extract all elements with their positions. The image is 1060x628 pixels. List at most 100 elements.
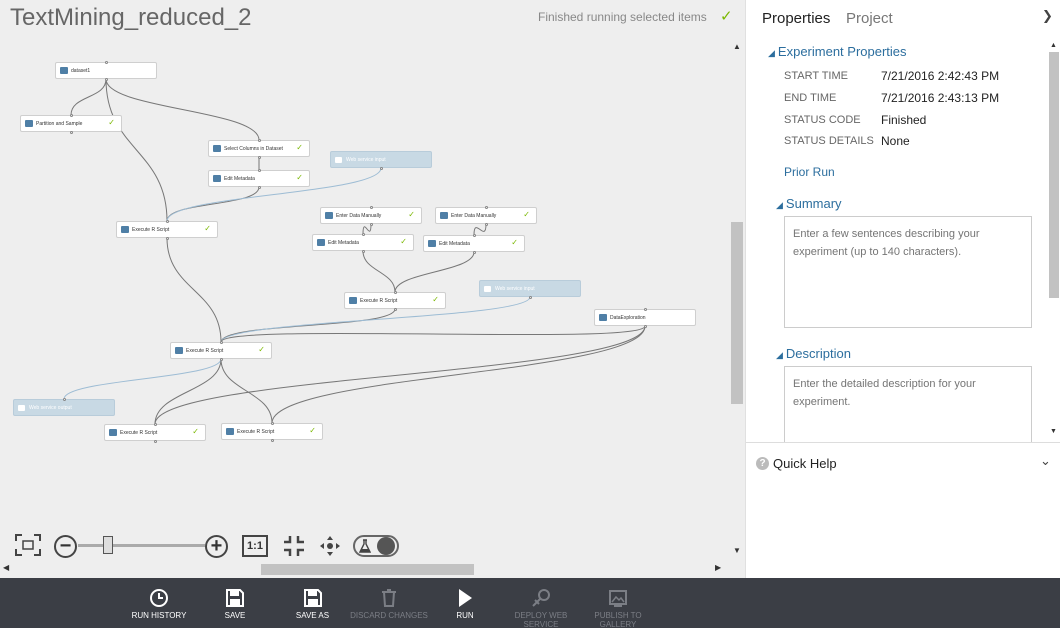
input-port[interactable]	[166, 220, 169, 223]
description-heading[interactable]: ◢ Description	[776, 346, 851, 361]
output-port[interactable]	[644, 325, 647, 328]
chevron-down-icon[interactable]: ⌄	[1040, 453, 1051, 469]
output-port[interactable]	[70, 131, 73, 134]
module-exec-r-2[interactable]: Execute R Script ✓	[344, 291, 446, 311]
module-web-input-2[interactable]: Web service input	[479, 280, 581, 299]
canvas-horizontal-scrollbar[interactable]: ◀ ▶	[0, 562, 730, 576]
scroll-thumb[interactable]	[1049, 52, 1059, 298]
module-icon	[213, 175, 221, 182]
fit-selection-icon[interactable]	[282, 534, 306, 558]
check-icon: ✓	[432, 295, 439, 304]
module-exec-r-4[interactable]: Execute R Script ✓	[104, 423, 206, 443]
fit-to-screen-icon[interactable]	[15, 534, 41, 556]
module-label: Execute R Script	[186, 348, 224, 354]
summary-heading[interactable]: ◢ Summary	[776, 196, 842, 211]
actual-size-icon[interactable]: 1:1	[242, 535, 268, 557]
zoom-out-icon[interactable]: −	[54, 535, 77, 558]
module-edit-meta-1[interactable]: Edit Metadata ✓	[208, 169, 310, 189]
module-label: Select Columns in Dataset	[224, 146, 283, 152]
save-as-button[interactable]: SAVE AS	[285, 578, 340, 628]
output-port[interactable]	[220, 358, 223, 361]
connection-line	[63, 358, 222, 400]
module-select-cols[interactable]: Select Columns in Dataset ✓	[208, 139, 310, 159]
input-port[interactable]	[473, 234, 476, 237]
input-port[interactable]	[220, 341, 223, 344]
module-exec-r-1[interactable]: Execute R Script ✓	[116, 220, 218, 240]
tab-properties[interactable]: Properties	[762, 10, 830, 27]
summary-input[interactable]	[784, 216, 1032, 328]
input-port[interactable]	[70, 114, 73, 117]
run-mode-toggle[interactable]	[353, 535, 399, 557]
zoom-in-icon[interactable]: +	[205, 535, 228, 558]
pan-icon[interactable]	[318, 534, 342, 558]
connection-line	[166, 237, 222, 343]
save-button[interactable]: SAVE	[210, 578, 260, 628]
output-port[interactable]	[105, 78, 108, 81]
scroll-thumb[interactable]	[261, 564, 474, 575]
output-port[interactable]	[485, 223, 488, 226]
module-edit-meta-2[interactable]: Edit Metadata ✓	[312, 233, 414, 253]
module-partition[interactable]: Partition and Sample ✓	[20, 114, 122, 134]
run-button[interactable]: RUN	[445, 578, 485, 628]
scroll-left-icon[interactable]: ◀	[3, 563, 9, 572]
module-exec-r-3[interactable]: Execute R Script ✓	[170, 341, 272, 361]
output-port[interactable]	[271, 439, 274, 442]
output-port[interactable]	[529, 296, 532, 299]
description-input[interactable]	[784, 366, 1032, 448]
module-label: Execute R Script	[120, 430, 158, 436]
output-port[interactable]	[166, 237, 169, 240]
input-port[interactable]	[154, 423, 157, 426]
output-port[interactable]	[362, 250, 365, 253]
output-port[interactable]	[258, 156, 261, 159]
input-port[interactable]	[271, 422, 274, 425]
check-icon: ✓	[296, 143, 303, 152]
input-port[interactable]	[485, 206, 488, 209]
module-edit-meta-3[interactable]: Edit Metadata ✓	[423, 234, 525, 254]
scroll-right-icon[interactable]: ▶	[715, 563, 721, 572]
publish-to-gallery-button[interactable]: PUBLISH TO GALLERY	[586, 578, 650, 628]
output-port[interactable]	[258, 186, 261, 189]
input-port[interactable]	[105, 61, 108, 64]
output-port[interactable]	[380, 167, 383, 170]
flask-icon	[359, 539, 371, 553]
scroll-thumb[interactable]	[731, 222, 743, 404]
output-port[interactable]	[473, 251, 476, 254]
discard-changes-button[interactable]: DISCARD CHANGES	[348, 578, 430, 628]
module-enter-data-2[interactable]: Enter Data Manually ✓	[435, 206, 537, 226]
output-port[interactable]	[370, 223, 373, 226]
collapse-panel-icon[interactable]: ❯	[1042, 8, 1053, 24]
zoom-slider-thumb[interactable]	[103, 536, 113, 554]
module-web-output[interactable]: Web service output	[13, 398, 115, 416]
run-history-button[interactable]: RUN HISTORY	[128, 578, 190, 628]
input-port[interactable]	[258, 169, 261, 172]
input-port[interactable]	[644, 308, 647, 311]
scroll-up-icon[interactable]: ▲	[733, 42, 741, 51]
module-enter-data-1[interactable]: Enter Data Manually ✓	[320, 206, 422, 226]
module-exec-r-5[interactable]: Execute R Script ✓	[221, 422, 323, 442]
module-dataset[interactable]: dataset1	[55, 61, 157, 81]
module-label: Web service input	[495, 286, 535, 292]
module-data-exploration[interactable]: DataExploration	[594, 308, 696, 328]
quick-help-section[interactable]: ? Quick Help ⌄	[746, 442, 1060, 578]
scroll-up-icon[interactable]: ▲	[1050, 42, 1057, 49]
tab-project[interactable]: Project	[846, 10, 893, 27]
save-as-icon	[303, 589, 322, 607]
canvas-vertical-scrollbar[interactable]: ▲ ▼	[730, 40, 744, 560]
input-port[interactable]	[394, 291, 397, 294]
input-port[interactable]	[362, 233, 365, 236]
scroll-down-icon[interactable]: ▼	[733, 546, 741, 555]
panel-vertical-scrollbar[interactable]: ▲ ▼	[1047, 40, 1060, 442]
module-web-input-1[interactable]: Web service input	[330, 151, 432, 170]
input-port[interactable]	[258, 139, 261, 142]
experiment-canvas[interactable]: TextMining_reduced_2 Finished running se…	[0, 0, 745, 578]
output-port[interactable]	[154, 440, 157, 443]
zoom-slider[interactable]	[78, 544, 205, 547]
scroll-down-icon[interactable]: ▼	[1050, 428, 1057, 435]
output-port[interactable]	[394, 308, 397, 311]
input-port[interactable]	[370, 206, 373, 209]
input-port[interactable]	[63, 398, 66, 401]
deploy-web-service-button[interactable]: DEPLOY WEB SERVICE	[508, 578, 574, 628]
check-icon: ✓	[309, 426, 316, 435]
prior-run-link[interactable]: Prior Run	[784, 165, 835, 179]
experiment-properties-heading[interactable]: ◢ Experiment Properties	[768, 44, 907, 59]
